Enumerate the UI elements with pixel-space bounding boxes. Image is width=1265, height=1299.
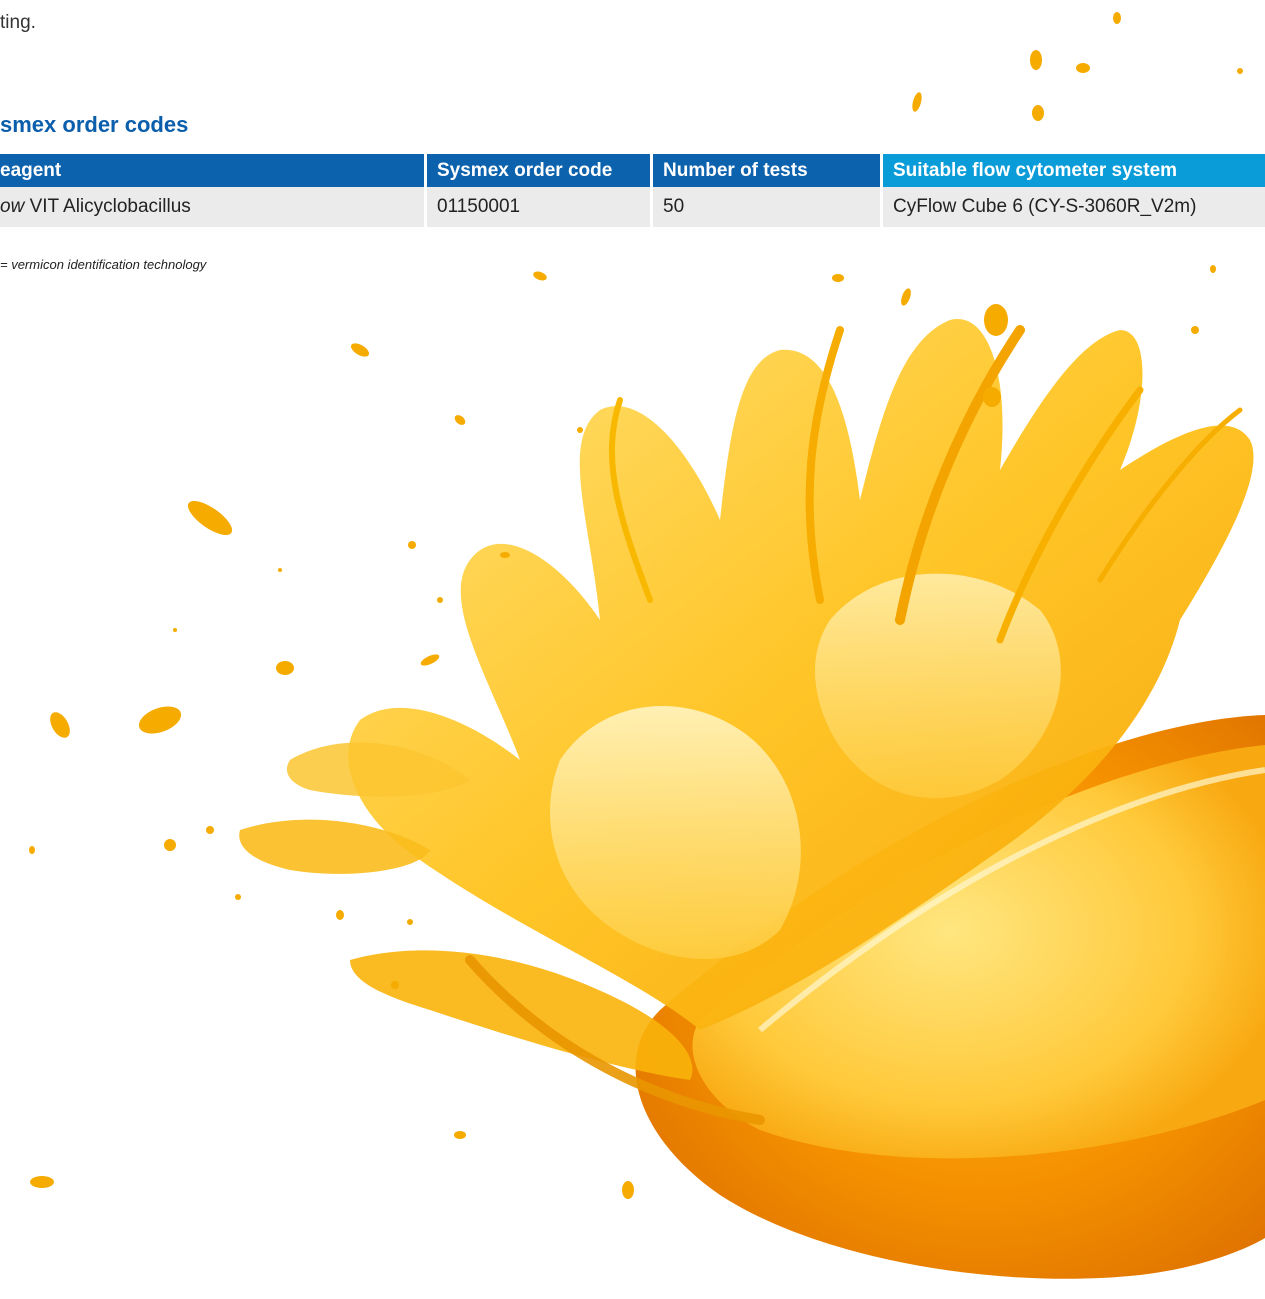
orange-juice-splash-image bbox=[29, 12, 1265, 1279]
